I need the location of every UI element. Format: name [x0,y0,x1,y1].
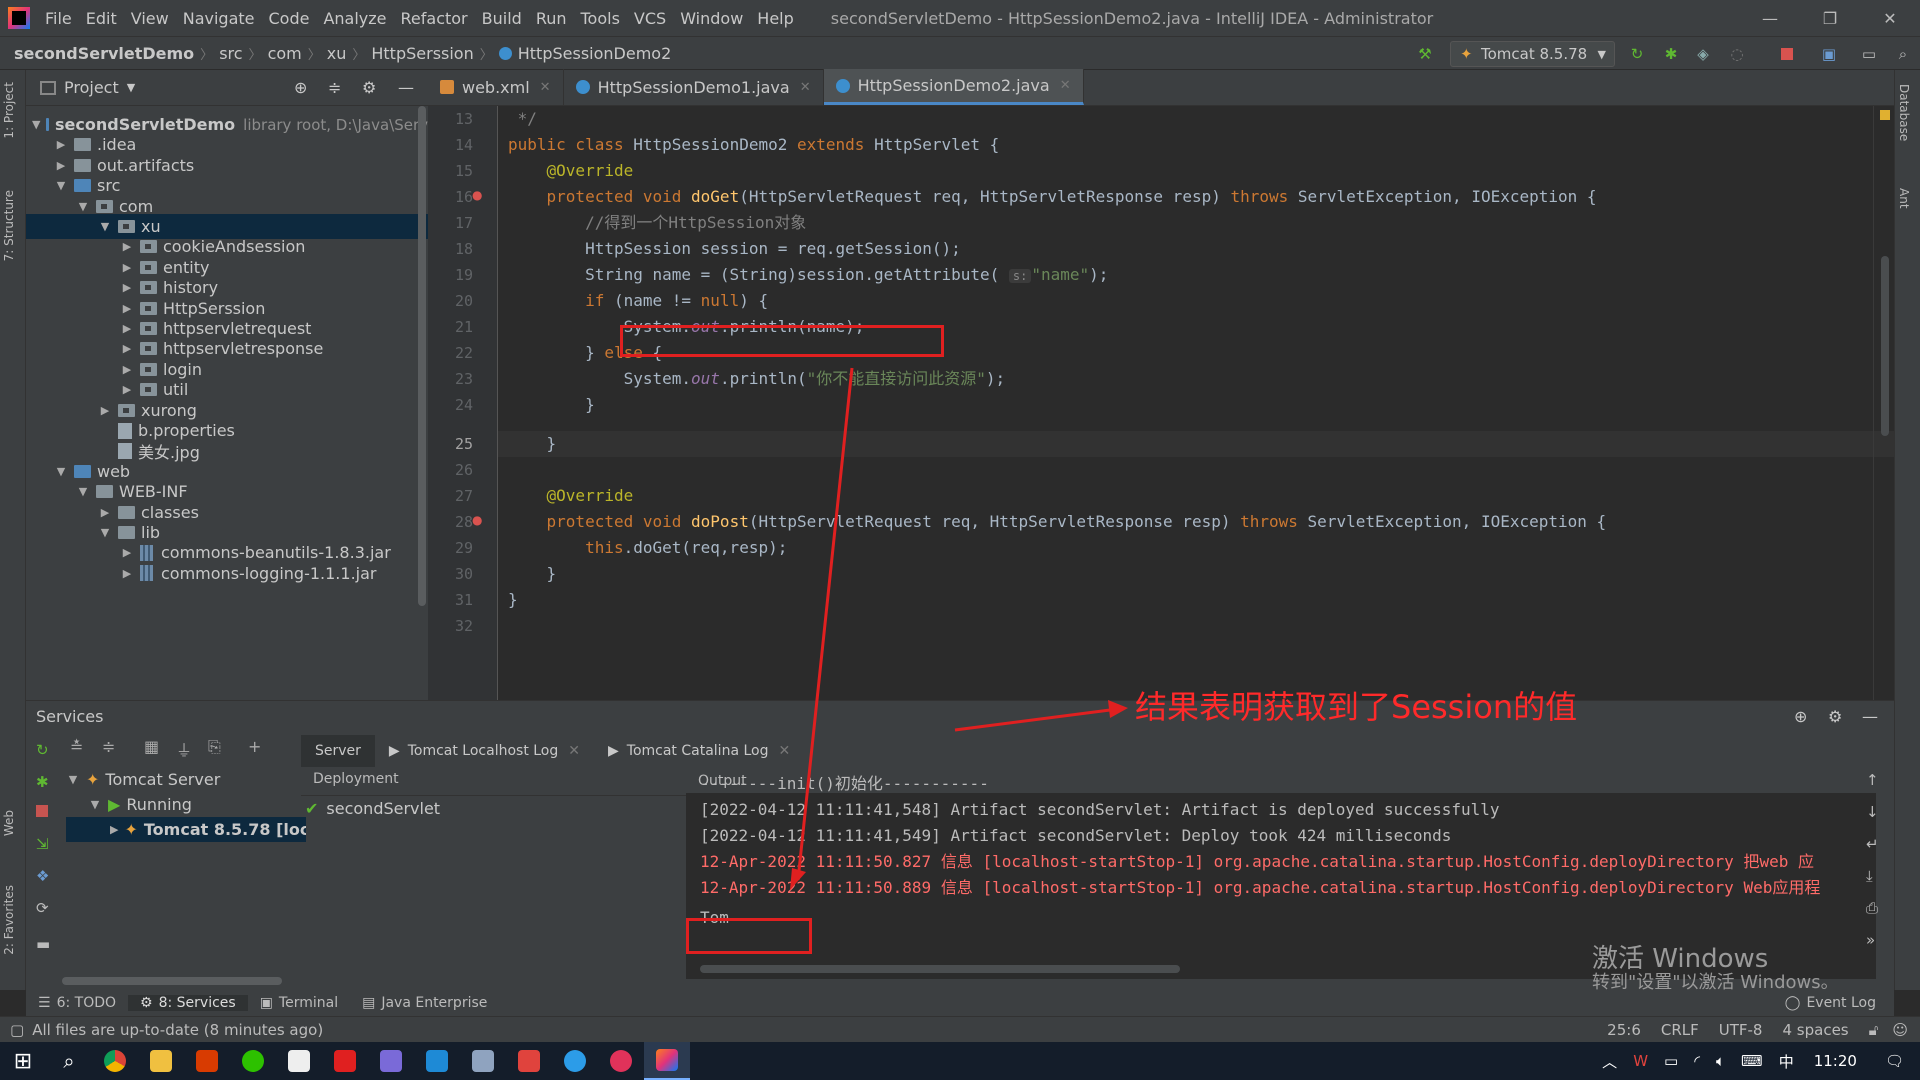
list-icon: ☰ [38,995,51,1011]
tray-up-icon[interactable]: ︿ [1594,1051,1625,1072]
ime-indicator[interactable]: 中 [1771,1051,1802,1072]
feather-icon[interactable] [368,1042,414,1080]
annotation-text: 结果表明获取到了Session的值 [1135,688,1578,726]
chrome-icon[interactable] [92,1042,138,1080]
lock-icon[interactable]: 🔓︎ [1859,1021,1889,1039]
arrow-line-vertical [796,367,854,881]
app-red-icon[interactable] [598,1042,644,1080]
netease-icon[interactable] [322,1042,368,1080]
keyboard-icon[interactable]: ⌨ [1733,1052,1771,1070]
volume-icon[interactable]: 🔈︎ [1708,1052,1733,1070]
clock[interactable]: 11:20 [1802,1052,1869,1070]
caret-position[interactable]: 25:6 [1597,1021,1651,1039]
terminal-icon: ▣ [259,995,273,1011]
vscode-icon[interactable] [414,1042,460,1080]
battery-icon[interactable]: ▭ [1656,1052,1686,1070]
file-encoding[interactable]: UTF-8 [1709,1021,1773,1039]
java-enterprise-icon: ▤ [362,995,376,1011]
annotation-arrows [790,367,1128,890]
arrow-head-horizontal [1108,700,1128,718]
windows-start-icon[interactable]: ⊞ [0,1042,46,1080]
status-icon[interactable]: ▢ [10,1021,24,1039]
windows-taskbar: ⊞ ⌕ ︿ W ▭ ◜ 🔈︎ ⌨ 中 11:20 🗨︎ [0,1042,1920,1080]
tab-services[interactable]: ⚙ 8: Services [128,995,248,1011]
arrow-head-vertical [790,868,806,890]
inspector-icon[interactable]: ☺ [1888,1021,1920,1039]
indent-setting[interactable]: 4 spaces [1772,1021,1858,1039]
tab-java-enterprise[interactable]: ▤ Java Enterprise [350,995,499,1011]
intellij-taskbar-icon[interactable] [644,1042,690,1080]
file-explorer-icon[interactable] [138,1042,184,1080]
wechat-icon[interactable] [230,1042,276,1080]
search-icon[interactable]: ⌕ [46,1042,92,1080]
bottom-tool-tabs: ☰ 6: TODO ⚙ 8: Services ▣ Terminal ▤ Java En… [26,990,1894,1016]
event-log-icon: ◯ [1784,995,1801,1011]
typora-icon[interactable] [276,1042,322,1080]
services-icon: ⚙ [140,995,153,1011]
box-app-icon[interactable] [460,1042,506,1080]
tab-terminal[interactable]: ▣ Terminal [248,995,350,1011]
browser-icon[interactable] [552,1042,598,1080]
wps-tray-icon[interactable]: W [1625,1052,1656,1070]
arrow-line-horizontal [954,708,1111,732]
line-ending[interactable]: CRLF [1651,1021,1709,1039]
status-message: All files are up-to-date (8 minutes ago) [32,1020,324,1039]
status-bar: ▢ All files are up-to-date (8 minutes ag… [0,1016,1920,1042]
event-log-button[interactable]: ◯ Event Log [1773,995,1888,1011]
tab-todo[interactable]: ☰ 6: TODO [26,995,128,1011]
office-icon[interactable] [184,1042,230,1080]
wifi-icon[interactable]: ◜ [1686,1052,1708,1070]
wps-icon[interactable] [506,1042,552,1080]
notifications-icon[interactable]: 🗨︎ [1869,1052,1920,1070]
